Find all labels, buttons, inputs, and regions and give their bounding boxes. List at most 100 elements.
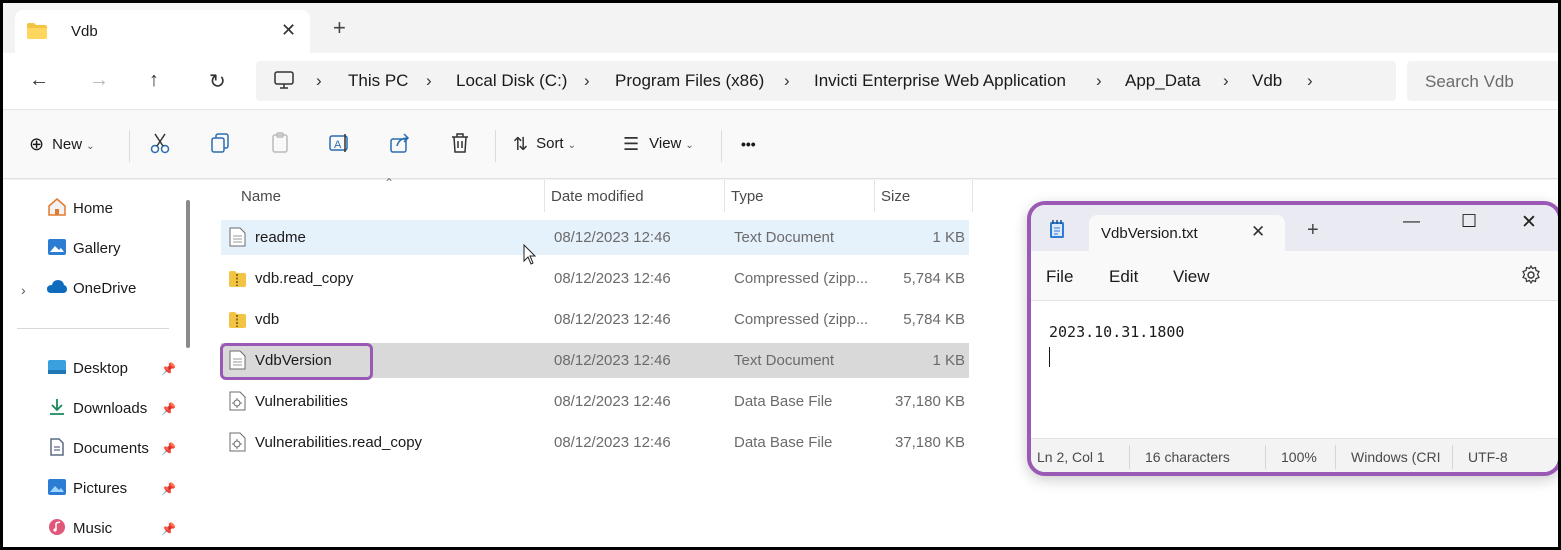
notepad-menu-bar: File Edit View xyxy=(1031,251,1558,301)
view-label: View xyxy=(649,135,682,152)
column-divider[interactable] xyxy=(724,180,725,212)
highlight-annotation xyxy=(220,343,373,380)
share-icon[interactable] xyxy=(389,132,411,154)
column-divider[interactable] xyxy=(972,180,973,212)
cut-icon[interactable] xyxy=(149,132,171,154)
sort-button[interactable]: ⇅ Sort ⌄ xyxy=(513,134,576,155)
more-options-icon[interactable]: ••• xyxy=(741,136,756,152)
notepad-content: 2023.10.31.1800 xyxy=(1049,323,1185,341)
chevron-right-icon[interactable]: › xyxy=(21,282,26,298)
refresh-icon[interactable]: ↻ xyxy=(209,69,226,94)
column-header-size[interactable]: Size xyxy=(881,188,910,205)
file-size: 1 KB xyxy=(932,229,965,246)
address-row: ← → ↑ ↻ › This PC › Local Disk (C:) › Pr… xyxy=(3,53,1558,109)
nav-item-desktop[interactable]: Desktop xyxy=(47,358,128,382)
tab-vdb[interactable]: Vdb ✕ xyxy=(15,10,310,53)
file-row[interactable]: Vulnerabilities.read_copy 08/12/2023 12:… xyxy=(221,425,969,460)
file-row[interactable]: vdb 08/12/2023 12:46 Compressed (zipp...… xyxy=(221,302,969,337)
nav-item-downloads[interactable]: Downloads xyxy=(47,398,147,422)
column-header-type[interactable]: Type xyxy=(731,188,764,205)
zip-folder-icon xyxy=(229,312,246,328)
new-tab-button[interactable]: + xyxy=(333,15,346,41)
close-window-icon[interactable]: ✕ xyxy=(1521,211,1537,234)
notepad-status-bar: Ln 2, Col 1 16 characters 100% Windows (… xyxy=(1031,438,1558,472)
back-arrow-icon[interactable]: ← xyxy=(29,69,49,92)
pin-icon[interactable]: 📌 xyxy=(161,362,176,376)
nav-scrollbar[interactable] xyxy=(186,200,190,348)
nav-item-onedrive[interactable]: OneDrive xyxy=(47,278,136,302)
nav-item-gallery[interactable]: Gallery xyxy=(47,238,121,262)
status-divider xyxy=(1265,445,1266,469)
file-row[interactable]: vdb.read_copy 08/12/2023 12:46 Compresse… xyxy=(221,261,969,296)
rename-icon[interactable]: A xyxy=(329,132,351,154)
nav-item-documents[interactable]: Documents xyxy=(47,438,149,462)
up-arrow-icon[interactable]: ↑ xyxy=(149,69,159,92)
new-tab-button[interactable]: + xyxy=(1307,219,1319,242)
chevron-right-icon[interactable]: › xyxy=(1223,71,1229,91)
chevron-down-icon: ⌄ xyxy=(86,141,95,152)
status-line-ending[interactable]: Windows (CRI xyxy=(1351,449,1440,465)
column-divider[interactable] xyxy=(874,180,875,212)
close-tab-icon[interactable]: ✕ xyxy=(1251,222,1265,242)
pin-icon[interactable]: 📌 xyxy=(161,482,176,496)
file-type: Data Base File xyxy=(734,393,833,410)
nav-item-music[interactable]: Music xyxy=(47,518,112,542)
copy-icon[interactable] xyxy=(209,132,231,154)
search-placeholder: Search Vdb xyxy=(1425,72,1514,91)
chevron-down-icon: ⌄ xyxy=(567,140,576,151)
chevron-right-icon[interactable]: › xyxy=(316,71,322,91)
column-header-name[interactable]: Name xyxy=(241,188,281,205)
new-button[interactable]: ⊕ New ⌄ xyxy=(29,134,95,155)
column-header-date[interactable]: Date modified xyxy=(551,188,644,205)
pin-icon[interactable]: 📌 xyxy=(161,442,176,456)
chevron-right-icon[interactable]: › xyxy=(426,71,432,91)
address-bar[interactable]: › This PC › Local Disk (C:) › Program Fi… xyxy=(256,61,1396,101)
breadcrumb-invicti[interactable]: Invicti Enterprise Web Application xyxy=(814,71,1066,91)
menu-edit[interactable]: Edit xyxy=(1109,267,1138,287)
download-icon xyxy=(50,399,64,415)
view-button[interactable]: ☰ View ⌄ xyxy=(623,134,694,155)
menu-view[interactable]: View xyxy=(1173,267,1210,287)
breadcrumb-app-data[interactable]: App_Data xyxy=(1125,71,1201,91)
status-zoom[interactable]: 100% xyxy=(1281,449,1317,465)
file-name: readme xyxy=(255,229,306,246)
notepad-window: VdbVersion.txt ✕ + — ☐ ✕ File Edit View … xyxy=(1027,201,1558,476)
search-input[interactable]: Search Vdb xyxy=(1407,61,1558,101)
status-encoding[interactable]: UTF-8 xyxy=(1468,449,1508,465)
pin-icon[interactable]: 📌 xyxy=(161,522,176,536)
file-row[interactable]: Vulnerabilities 08/12/2023 12:46 Data Ba… xyxy=(221,384,969,419)
breadcrumb-program-files[interactable]: Program Files (x86) xyxy=(615,71,764,91)
file-date: 08/12/2023 12:46 xyxy=(554,229,671,246)
pin-icon[interactable]: 📌 xyxy=(161,402,176,416)
file-row[interactable]: readme 08/12/2023 12:46 Text Document 1 … xyxy=(221,220,969,255)
notepad-tab[interactable]: VdbVersion.txt ✕ xyxy=(1089,215,1285,251)
tab-bar: Vdb ✕ + xyxy=(3,3,1558,53)
menu-file[interactable]: File xyxy=(1046,267,1073,287)
nav-item-pictures[interactable]: Pictures xyxy=(47,478,127,502)
notepad-text-area[interactable]: 2023.10.31.1800 xyxy=(1031,301,1558,438)
plus-circle-icon: ⊕ xyxy=(29,134,45,154)
chevron-right-icon[interactable]: › xyxy=(1307,71,1313,91)
delete-icon[interactable] xyxy=(449,132,471,154)
gear-icon[interactable] xyxy=(1521,265,1541,285)
column-divider[interactable] xyxy=(544,180,545,212)
paste-icon[interactable] xyxy=(269,132,291,154)
minimize-icon[interactable]: — xyxy=(1403,211,1420,231)
close-tab-icon[interactable]: ✕ xyxy=(281,20,296,41)
chevron-right-icon[interactable]: › xyxy=(584,71,590,91)
breadcrumb-this-pc[interactable]: This PC xyxy=(348,71,408,91)
chevron-right-icon[interactable]: › xyxy=(1096,71,1102,91)
breadcrumb-local-disk[interactable]: Local Disk (C:) xyxy=(456,71,567,91)
text-caret xyxy=(1049,347,1050,367)
file-size: 5,784 KB xyxy=(903,270,965,287)
breadcrumb-vdb[interactable]: Vdb xyxy=(1252,71,1282,91)
forward-arrow-icon[interactable]: → xyxy=(89,69,109,92)
command-bar: ⊕ New ⌄ A ⇅ Sort ⌄ ☰ View ⌄ ••• xyxy=(3,109,1558,179)
chevron-right-icon[interactable]: › xyxy=(784,71,790,91)
file-type: Text Document xyxy=(734,352,835,369)
nav-label-music: Music xyxy=(73,520,113,537)
maximize-icon[interactable]: ☐ xyxy=(1461,211,1477,232)
file-size: 5,784 KB xyxy=(903,311,965,328)
nav-item-home[interactable]: Home xyxy=(47,198,113,222)
nav-divider xyxy=(17,328,169,329)
